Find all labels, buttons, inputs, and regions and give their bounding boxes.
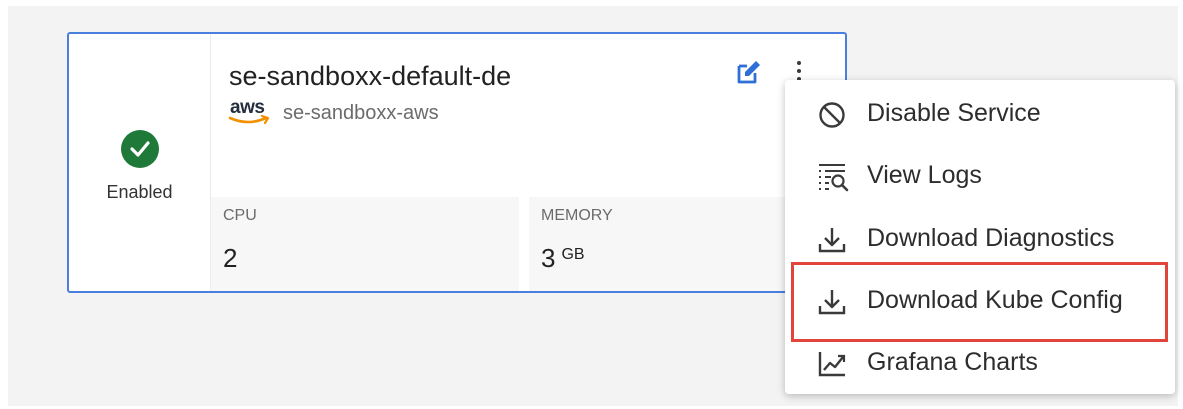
status-label: Enabled (106, 182, 173, 202)
memory-unit: GB (561, 246, 585, 263)
service-card[interactable]: Enabled se-sandboxx-default-de aws se-sa… (67, 32, 847, 293)
disable-icon (817, 100, 847, 130)
memory-value-number: 3 (541, 243, 556, 273)
menu-item-view-logs[interactable]: View Logs (785, 145, 1175, 205)
aws-smile-icon (228, 115, 270, 125)
cpu-stat: CPU 2 (211, 197, 519, 291)
memory-value: 3 GB (541, 243, 585, 274)
status-column: Enabled (69, 34, 211, 291)
cpu-value-number: 2 (223, 243, 238, 273)
check-circle-icon (121, 130, 159, 168)
menu-item-label: Download Diagnostics (867, 224, 1115, 252)
cpu-label: CPU (223, 207, 257, 224)
menu-item-label: Disable Service (867, 99, 1041, 127)
aws-logo: aws (228, 97, 274, 129)
memory-label: MEMORY (541, 207, 613, 224)
download-icon (817, 287, 847, 317)
menu-item-download-kube-config[interactable]: Download Kube Config (785, 270, 1175, 330)
menu-item-label: Download Kube Config (867, 286, 1123, 314)
view-logs-icon (817, 162, 849, 192)
menu-item-label: Grafana Charts (867, 348, 1038, 376)
menu-item-disable-service[interactable]: Disable Service (785, 83, 1175, 143)
account-name: se-sandboxx-aws (283, 102, 439, 124)
download-icon (817, 225, 847, 255)
cpu-value: 2 (223, 243, 237, 274)
edit-icon[interactable] (735, 58, 763, 86)
menu-item-download-diagnostics[interactable]: Download Diagnostics (785, 208, 1175, 268)
menu-item-grafana-charts[interactable]: Grafana Charts (785, 332, 1175, 392)
chart-icon (817, 349, 847, 379)
menu-item-label: View Logs (867, 161, 982, 189)
service-actions-menu: Disable Service View Logs Download Diagn (785, 80, 1175, 394)
service-name: se-sandboxx-default-de (229, 61, 512, 91)
